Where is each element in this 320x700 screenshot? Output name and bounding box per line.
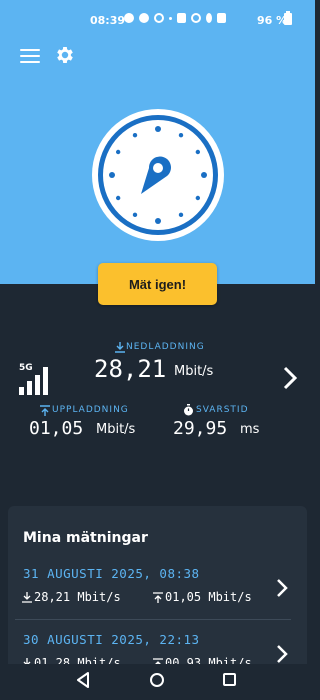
nfc-icon — [177, 13, 186, 23]
upload-icon — [153, 591, 163, 603]
gauge-tick — [132, 212, 138, 218]
download-unit: Mbit/s — [174, 364, 214, 379]
gauge-tick — [155, 218, 161, 224]
battery-icon — [284, 11, 292, 25]
measure-again-button[interactable]: Mät igen! — [98, 263, 217, 305]
gauge-tick — [201, 172, 207, 178]
notification-icon — [124, 13, 134, 23]
gear-icon[interactable] — [54, 44, 76, 66]
divider — [15, 619, 291, 620]
upload-unit: Mbit/s — [96, 422, 136, 437]
history-item-date: 30 AUGUSTI 2025, 22:13 — [23, 632, 200, 647]
hamburger-icon[interactable] — [20, 47, 40, 63]
gauge-tick — [155, 126, 161, 132]
home-icon[interactable] — [150, 673, 164, 687]
gauge-tick — [109, 172, 115, 178]
gauge-tick — [195, 195, 201, 201]
hero-area: 08:39 96 % — [0, 0, 315, 284]
signal-bars-icon — [19, 367, 51, 395]
upload-label: UPPLADDNING — [52, 405, 129, 415]
record-icon — [154, 13, 164, 23]
speedometer-compass-icon — [92, 109, 224, 241]
latency-value: 29,95 — [173, 418, 228, 439]
upload-value: 01,05 — [29, 418, 84, 439]
history-item-upload-value: 01,05 Mbit/s — [165, 590, 252, 604]
chevron-right-icon — [277, 579, 288, 597]
status-icons — [124, 13, 226, 23]
status-time: 08:39 — [90, 14, 126, 27]
system-nav-bar — [0, 664, 315, 700]
gauge-tick — [115, 149, 121, 155]
stopwatch-icon — [184, 404, 193, 416]
download-value: 28,21 — [94, 355, 167, 383]
alarm-icon — [191, 13, 201, 23]
back-icon[interactable] — [76, 672, 90, 688]
status-bar: 08:39 96 % — [0, 0, 315, 40]
battery-percent: 96 % — [257, 14, 288, 27]
recent-apps-icon[interactable] — [223, 673, 236, 686]
history-item-download: 28,21 Mbit/s — [22, 590, 121, 604]
chevron-right-icon[interactable] — [282, 366, 298, 390]
latency-unit: ms — [240, 422, 260, 437]
download-icon — [22, 591, 32, 603]
upload-icon — [40, 405, 50, 416]
dot-icon — [169, 16, 172, 20]
history-title: Mina mätningar — [23, 530, 148, 546]
history-item-date: 31 AUGUSTI 2025, 08:38 — [23, 566, 200, 581]
gauge-tick — [115, 195, 121, 201]
signal-icon — [217, 13, 226, 23]
gauge-tick — [178, 212, 184, 218]
download-label: NEDLADDNING — [126, 342, 205, 352]
download-icon — [115, 342, 125, 353]
chevron-right-icon — [277, 645, 288, 663]
gauge-tick — [178, 132, 184, 138]
history-item-upload: 01,05 Mbit/s — [153, 590, 252, 604]
message-icon — [139, 13, 149, 23]
gauge-tick — [195, 149, 201, 155]
history-item[interactable]: 31 AUGUSTI 2025, 08:38 28,21 Mbit/s 01,0… — [8, 566, 307, 626]
bluetooth-icon — [206, 13, 212, 23]
latency-label: SVARSTID — [196, 405, 249, 415]
gauge-tick — [132, 132, 138, 138]
history-item-download-value: 28,21 Mbit/s — [34, 590, 121, 604]
